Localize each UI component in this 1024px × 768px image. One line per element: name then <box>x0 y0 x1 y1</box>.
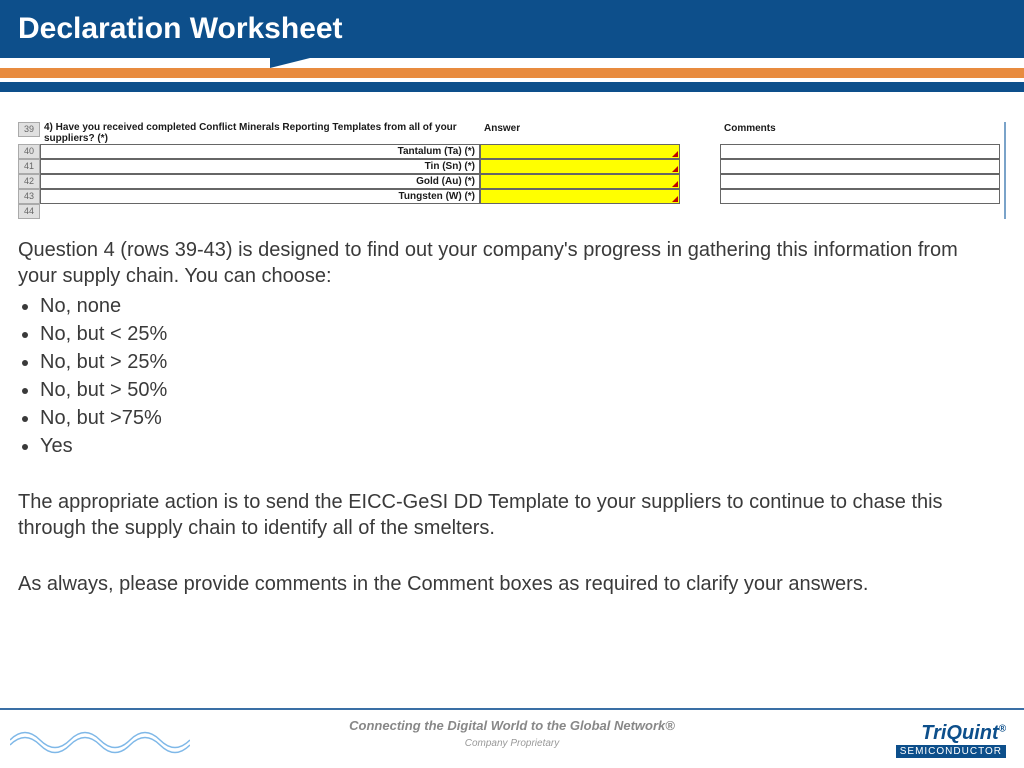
row-number: 42 <box>18 174 40 189</box>
answer-dropdown[interactable] <box>480 189 680 204</box>
answer-dropdown[interactable] <box>480 144 680 159</box>
list-item: Yes <box>40 433 1000 459</box>
options-list: No, none No, but < 25% No, but > 25% No,… <box>40 293 1000 459</box>
list-item: No, but > 50% <box>40 377 1000 403</box>
registered-icon: ® <box>999 723 1006 734</box>
answer-dropdown[interactable] <box>480 159 680 174</box>
list-item: No, but > 25% <box>40 349 1000 375</box>
spreadsheet-excerpt: 39 4) Have you received completed Confli… <box>18 122 1006 219</box>
row-number: 40 <box>18 144 40 159</box>
comments-header: Comments <box>720 122 1000 137</box>
comments-paragraph: As always, please provide comments in th… <box>18 571 1000 597</box>
question-text: 4) Have you received completed Conflict … <box>40 122 480 144</box>
slide-title: Declaration Worksheet <box>18 12 343 45</box>
list-item: No, but >75% <box>40 405 1000 431</box>
action-paragraph: The appropriate action is to send the EI… <box>18 489 1000 541</box>
divider-navy <box>0 82 1024 92</box>
element-label: Gold (Au) (*) <box>40 174 480 189</box>
comment-field[interactable] <box>720 159 1000 174</box>
comment-field[interactable] <box>720 174 1000 189</box>
divider-orange <box>0 68 1024 78</box>
tagline: Connecting the Digital World to the Glob… <box>0 718 1024 733</box>
answer-header: Answer <box>480 122 680 137</box>
element-label: Tantalum (Ta) (*) <box>40 144 480 159</box>
slide-header: Declaration Worksheet <box>0 0 1024 58</box>
body-text: Question 4 (rows 39-43) is designed to f… <box>18 237 1000 597</box>
element-label: Tungsten (W) (*) <box>40 189 480 204</box>
list-item: No, but < 25% <box>40 321 1000 347</box>
logo-subtitle: SEMICONDUCTOR <box>896 745 1006 758</box>
row-number: 43 <box>18 189 40 204</box>
logo-name: TriQuint <box>921 722 998 744</box>
row-number: 39 <box>18 122 40 137</box>
comment-field[interactable] <box>720 189 1000 204</box>
element-label: Tin (Sn) (*) <box>40 159 480 174</box>
intro-paragraph: Question 4 (rows 39-43) is designed to f… <box>18 237 1000 289</box>
answer-dropdown[interactable] <box>480 174 680 189</box>
company-logo: TriQuint® SEMICONDUCTOR <box>896 722 1006 758</box>
row-number: 41 <box>18 159 40 174</box>
list-item: No, none <box>40 293 1000 319</box>
slide-footer: Connecting the Digital World to the Glob… <box>0 708 1024 768</box>
row-number: 44 <box>18 204 40 219</box>
proprietary-label: Company Proprietary <box>0 738 1024 749</box>
comment-field[interactable] <box>720 144 1000 159</box>
